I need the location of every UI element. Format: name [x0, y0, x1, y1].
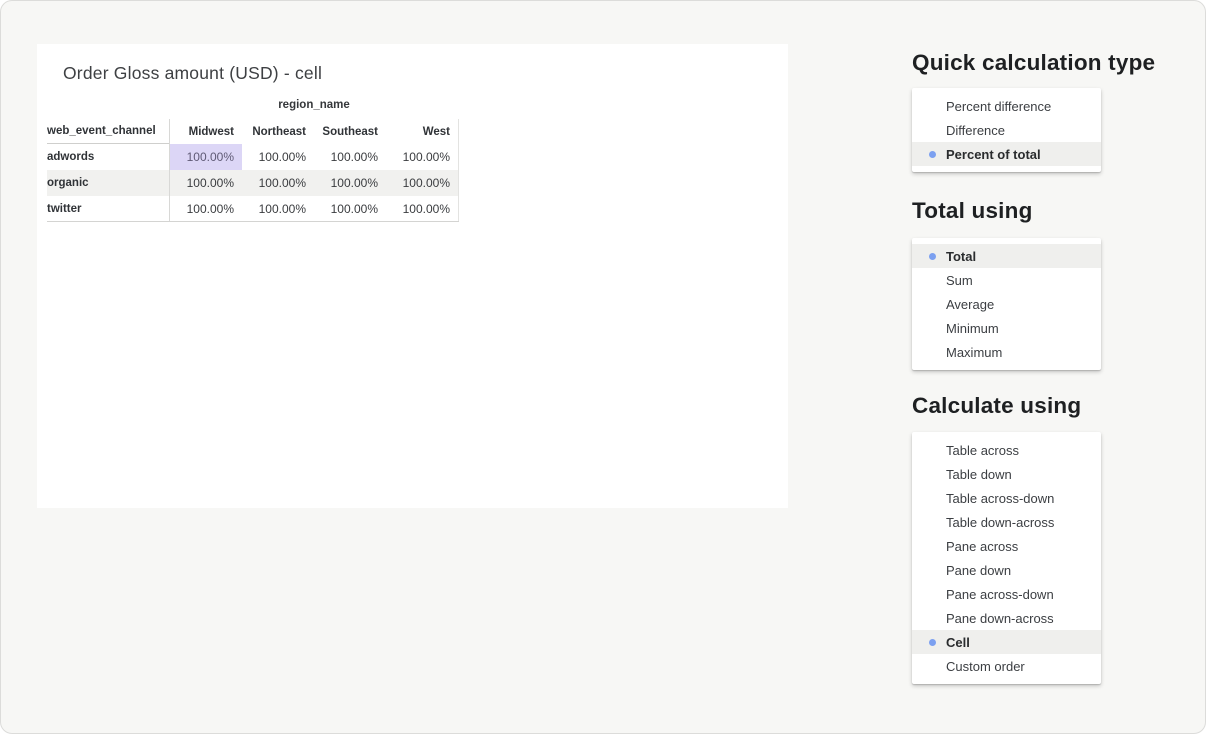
menu-item-label: Cell: [946, 635, 970, 650]
row-label-adwords[interactable]: adwords: [47, 144, 169, 170]
calculate-using-menu: Table across Table down Table across-dow…: [912, 432, 1101, 684]
row-dimension-header[interactable]: web_event_channel: [47, 119, 169, 144]
menu-item-label: Percent difference: [946, 99, 1051, 114]
menu-item-table-across[interactable]: Table across: [912, 438, 1101, 462]
column-header-northeast[interactable]: Northeast: [242, 119, 314, 144]
menu-item-label: Sum: [946, 273, 973, 288]
cell-adwords-northeast[interactable]: 100.00%: [242, 144, 314, 170]
menu-item-label: Average: [946, 297, 994, 312]
menu-item-label: Custom order: [946, 659, 1025, 674]
menu-item-label: Table down: [946, 467, 1012, 482]
menu-item-percent-difference[interactable]: Percent difference: [912, 94, 1101, 118]
menu-item-custom-order[interactable]: Custom order: [912, 654, 1101, 678]
pivot-header-cells: Midwest Northeast Southeast West: [169, 119, 459, 144]
menu-item-label: Maximum: [946, 345, 1002, 360]
column-header-west[interactable]: West: [386, 119, 458, 144]
cell-twitter-northeast[interactable]: 100.00%: [242, 196, 314, 221]
menu-item-label: Table across-down: [946, 491, 1054, 506]
cell-organic-midwest[interactable]: 100.00%: [170, 170, 242, 196]
menu-item-sum[interactable]: Sum: [912, 268, 1101, 292]
total-using-menu: Total Sum Average Minimum Maximum: [912, 238, 1101, 370]
menu-item-label: Difference: [946, 123, 1005, 138]
quick-calculation-type-menu: Percent difference Difference Percent of…: [912, 88, 1101, 172]
heading-total-using: Total using: [912, 198, 1033, 224]
cell-organic-northeast[interactable]: 100.00%: [242, 170, 314, 196]
heading-calculate-using: Calculate using: [912, 393, 1081, 419]
cell-twitter-southeast[interactable]: 100.00%: [314, 196, 386, 221]
table-row-twitter: twitter 100.00% 100.00% 100.00% 100.00%: [47, 196, 459, 222]
menu-item-average[interactable]: Average: [912, 292, 1101, 316]
menu-item-cell[interactable]: Cell: [912, 630, 1101, 654]
menu-item-difference[interactable]: Difference: [912, 118, 1101, 142]
menu-item-percent-of-total[interactable]: Percent of total: [912, 142, 1101, 166]
menu-item-label: Minimum: [946, 321, 999, 336]
menu-item-minimum[interactable]: Minimum: [912, 316, 1101, 340]
menu-item-label: Total: [946, 249, 976, 264]
menu-item-label: Pane down-across: [946, 611, 1054, 626]
menu-item-pane-across[interactable]: Pane across: [912, 534, 1101, 558]
visualization-panel: Order Gloss amount (USD) - cell region_n…: [37, 44, 788, 508]
menu-item-table-down[interactable]: Table down: [912, 462, 1101, 486]
column-header-midwest[interactable]: Midwest: [170, 119, 242, 144]
pivot-header-row: web_event_channel Midwest Northeast Sout…: [47, 119, 459, 144]
heading-quick-calculation-type: Quick calculation type: [912, 50, 1155, 76]
cell-organic-west[interactable]: 100.00%: [386, 170, 458, 196]
cell-twitter-west[interactable]: 100.00%: [386, 196, 458, 221]
table-row-adwords: adwords 100.00% 100.00% 100.00% 100.00%: [47, 144, 459, 170]
menu-item-pane-down-across[interactable]: Pane down-across: [912, 606, 1101, 630]
menu-item-table-down-across[interactable]: Table down-across: [912, 510, 1101, 534]
selected-dot-icon: [929, 151, 936, 158]
row-label-organic[interactable]: organic: [47, 170, 169, 196]
menu-item-label: Pane across: [946, 539, 1018, 554]
menu-item-pane-down[interactable]: Pane down: [912, 558, 1101, 582]
menu-item-label: Pane across-down: [946, 587, 1054, 602]
cell-adwords-west[interactable]: 100.00%: [386, 144, 458, 170]
menu-item-label: Table down-across: [946, 515, 1054, 530]
selected-dot-icon: [929, 253, 936, 260]
app-window: Order Gloss amount (USD) - cell region_n…: [0, 0, 1206, 734]
column-header-southeast[interactable]: Southeast: [314, 119, 386, 144]
table-row-organic: organic 100.00% 100.00% 100.00% 100.00%: [47, 170, 459, 196]
menu-item-maximum[interactable]: Maximum: [912, 340, 1101, 364]
menu-item-pane-across-down[interactable]: Pane across-down: [912, 582, 1101, 606]
cell-adwords-midwest-highlighted[interactable]: 100.00%: [170, 144, 242, 170]
menu-item-label: Percent of total: [946, 147, 1041, 162]
row-label-twitter[interactable]: twitter: [47, 196, 169, 221]
menu-item-total[interactable]: Total: [912, 244, 1101, 268]
menu-item-label: Table across: [946, 443, 1019, 458]
menu-item-table-across-down[interactable]: Table across-down: [912, 486, 1101, 510]
cell-twitter-midwest[interactable]: 100.00%: [170, 196, 242, 221]
pivot-column-dimension: region_name: [169, 99, 459, 111]
pivot-table: web_event_channel Midwest Northeast Sout…: [47, 119, 459, 222]
cell-organic-southeast[interactable]: 100.00%: [314, 170, 386, 196]
selected-dot-icon: [929, 639, 936, 646]
screen: Order Gloss amount (USD) - cell region_n…: [0, 0, 1206, 734]
cell-adwords-southeast[interactable]: 100.00%: [314, 144, 386, 170]
menu-item-label: Pane down: [946, 563, 1011, 578]
viz-title: Order Gloss amount (USD) - cell: [63, 63, 322, 84]
